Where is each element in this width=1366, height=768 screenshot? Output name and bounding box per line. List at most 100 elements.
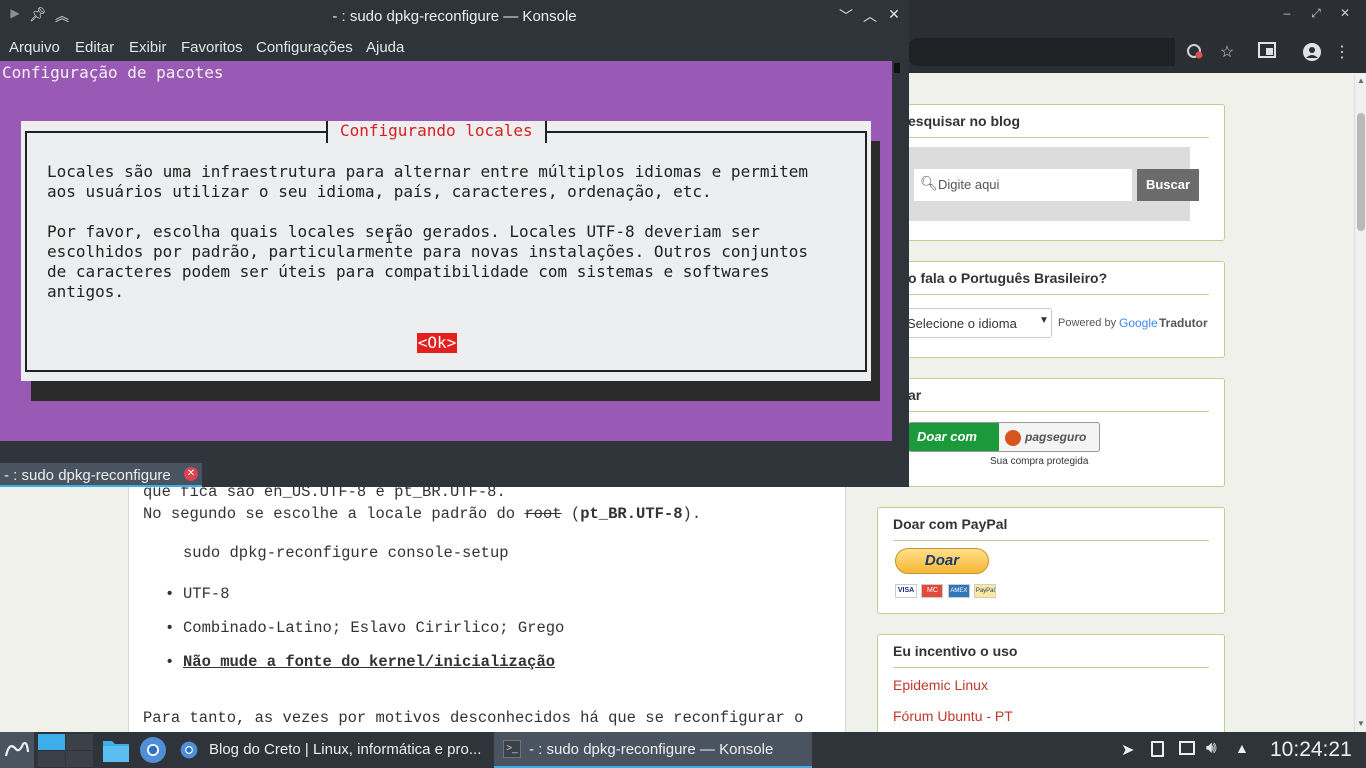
network-tray-icon[interactable] — [1179, 741, 1195, 755]
bullet-dot: • — [165, 585, 175, 603]
terminal-scroll-thumb[interactable] — [894, 63, 900, 73]
pagseguro-button[interactable]: Doar com pagseguro — [908, 422, 1100, 452]
pager-desktop-4[interactable] — [66, 751, 93, 767]
menu-favoritos[interactable]: Favoritos — [181, 39, 243, 56]
visa-logo: VISA — [895, 584, 917, 598]
widget-divider — [893, 294, 1209, 295]
article-text: No segundo se escolhe a locale padrão do — [143, 505, 525, 523]
dialog-text-line: escolhidos por padrão, particularmente p… — [47, 242, 808, 261]
pagseguro-brand: pagseguro — [1025, 430, 1087, 444]
search-button[interactable]: Buscar — [1137, 169, 1199, 201]
page-scrollbar[interactable]: ▲ ▼ — [1354, 73, 1366, 732]
bullet-dot: • — [165, 653, 175, 671]
restore-icon[interactable]: ⤢ — [1306, 6, 1326, 21]
powered-by-text: Powered by — [1058, 317, 1117, 329]
virtual-desktop-pager[interactable] — [38, 732, 94, 768]
address-bar[interactable] — [905, 38, 1175, 66]
sidebar-link[interactable]: Epidemic Linux — [893, 677, 988, 693]
paypal-widget: Doar com PayPal Doar VISA MC AMEX PayPal — [877, 507, 1225, 614]
tradutor-link[interactable]: Tradutor — [1159, 316, 1208, 330]
file-manager-launcher[interactable] — [100, 732, 132, 768]
dialog-frame: Locales são uma infraestrutura para alte… — [25, 131, 867, 372]
clock[interactable]: 10:24:21 — [1270, 738, 1352, 762]
scroll-down-icon[interactable]: ▼ — [1357, 719, 1365, 728]
locale-bold-text: pt_BR.UTF-8 — [580, 505, 683, 523]
maximize-icon[interactable]: ︿ — [860, 6, 880, 26]
chevron-down-icon: ▼ — [1039, 315, 1049, 326]
window-title: - : sudo dpkg-reconfigure — Konsole — [332, 8, 577, 25]
widget-title: esquisar no blog — [908, 113, 1021, 129]
menu-exibir[interactable]: Exibir — [129, 39, 167, 56]
minimize-icon[interactable]: – — [1277, 6, 1297, 20]
terminal-scrollbar[interactable] — [892, 61, 909, 461]
search-widget: esquisar no blog 🔍︎ Digite aqui Buscar — [877, 104, 1225, 241]
widget-title: Eu incentivo o uso — [893, 643, 1018, 659]
chromium-launcher[interactable] — [136, 732, 170, 768]
pager-desktop-3[interactable] — [38, 751, 65, 767]
close-icon[interactable]: ✕ — [884, 6, 904, 23]
pager-desktop-1[interactable] — [38, 734, 65, 750]
clipboard-tray-icon[interactable] — [1151, 741, 1164, 757]
launcher-logo-icon — [4, 741, 30, 757]
paypal-card-logo: PayPal — [974, 584, 997, 598]
menubar: Arquivo Editar Exibir Favoritos Configur… — [0, 34, 909, 60]
bullet-item: UTF-8 — [183, 585, 230, 603]
bullet-item-bold: Não mude a fonte do kernel/inicialização — [183, 653, 556, 671]
dialog-text-line: Locales são uma infraestrutura para alte… — [47, 162, 808, 181]
konsole-icon: >_ — [503, 740, 521, 758]
menu-arquivo[interactable]: Arquivo — [9, 39, 60, 56]
bookmark-star-icon[interactable]: ☆ — [1216, 42, 1238, 64]
cast-icon[interactable] — [1256, 42, 1278, 64]
terminal-header-text: Configuração de pacotes — [2, 63, 224, 82]
pagseguro-subtitle: Sua compra protegida — [990, 456, 1089, 467]
chromium-icon — [180, 741, 198, 759]
google-logo: Google — [1119, 316, 1158, 330]
menu-editar[interactable]: Editar — [75, 39, 114, 56]
article-paragraph: Para tanto, as vezes por motivos desconh… — [143, 709, 804, 727]
translate-widget: o fala o Português Brasileiro? Selecione… — [877, 261, 1225, 358]
close-icon[interactable]: ✕ — [1335, 6, 1355, 20]
volume-tray-icon[interactable]: 🔊︎ — [1206, 738, 1217, 758]
chromium-icon — [140, 737, 166, 763]
root-struck-text: root — [524, 505, 562, 523]
widget-title: Doar com PayPal — [893, 516, 1008, 532]
telegram-tray-icon[interactable]: ➤ — [1121, 740, 1134, 760]
language-select-value: Selecione o idioma — [907, 316, 1017, 331]
sidebar-link[interactable]: Fórum Ubuntu - PT — [893, 708, 1013, 724]
pagseguro-button-label: Doar com — [917, 429, 977, 444]
tray-expand-icon[interactable]: ▲ — [1235, 740, 1249, 756]
browser-menu-icon[interactable]: ⋮ — [1331, 42, 1353, 64]
task-label: - : sudo dpkg-reconfigure — Konsole — [529, 741, 774, 758]
scroll-up-icon[interactable]: ▲ — [1357, 76, 1365, 85]
dialog-title: Configurando locales — [326, 121, 547, 143]
folder-icon — [103, 741, 129, 762]
links-widget: Eu incentivo o uso Epidemic Linux Fórum … — [877, 634, 1225, 732]
tab-label: - : sudo dpkg-reconfigure — [4, 467, 171, 484]
account-icon[interactable] — [1301, 42, 1323, 64]
dialog-text-line: Por favor, escolha quais locales serão g… — [47, 222, 760, 241]
menu-ajuda[interactable]: Ajuda — [366, 39, 404, 56]
menu-configuracoes[interactable]: Configurações — [256, 39, 353, 56]
article-line: No segundo se escolhe a locale padrão do… — [143, 505, 701, 523]
ok-button[interactable]: <Ok> — [417, 333, 457, 353]
konsole-window: ▶ 📌︎ ︽ - : sudo dpkg-reconfigure — Konso… — [0, 0, 909, 487]
widget-divider — [893, 540, 1209, 541]
pager-desktop-2[interactable] — [66, 734, 93, 750]
pagseguro-icon — [1005, 430, 1021, 446]
tab-close-icon[interactable]: ✕ — [184, 467, 198, 481]
bullet-dot: • — [165, 619, 175, 637]
application-launcher[interactable] — [0, 732, 34, 768]
minimize-icon[interactable]: ﹀ — [836, 6, 856, 26]
widget-title: o fala o Português Brasileiro? — [908, 270, 1108, 286]
search-input[interactable]: 🔍︎ Digite aqui — [914, 169, 1132, 201]
language-select[interactable]: Selecione o idioma ▼ — [892, 308, 1052, 338]
widget-divider — [893, 411, 1209, 412]
extension-off-icon[interactable] — [1184, 42, 1206, 64]
widget-divider — [893, 667, 1209, 668]
paypal-donate-button[interactable]: Doar — [895, 548, 989, 574]
konsole-titlebar[interactable]: ▶ 📌︎ ︽ - : sudo dpkg-reconfigure — Konso… — [0, 0, 909, 32]
task-browser[interactable]: Blog do Creto | Linux, informática e pro… — [174, 732, 492, 768]
scrollbar-thumb[interactable] — [1357, 113, 1365, 231]
task-konsole[interactable]: >_ - : sudo dpkg-reconfigure — Konsole — [494, 732, 812, 768]
tab-dpkg-reconfigure[interactable]: - : sudo dpkg-reconfigure ✕ — [0, 463, 202, 487]
